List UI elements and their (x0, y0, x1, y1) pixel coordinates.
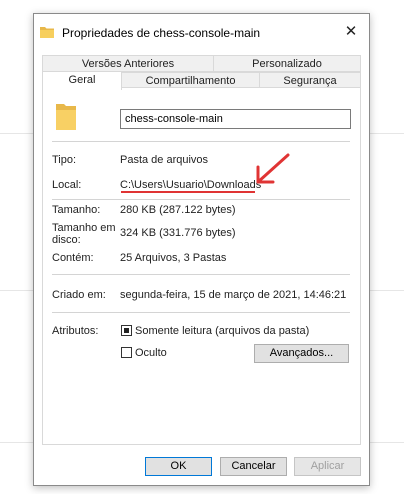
contains-value: 25 Arquivos, 3 Pastas (120, 252, 227, 264)
contains-label: Contém: (52, 252, 94, 264)
divider (52, 312, 350, 313)
disk-size-label-line1: Tamanho em (52, 222, 116, 234)
type-value: Pasta de arquivos (120, 154, 209, 166)
tab-versoes-anteriores[interactable]: Versões Anteriores (42, 55, 214, 72)
folder-icon (56, 104, 76, 130)
tab-geral[interactable]: Geral (42, 71, 122, 90)
divider (52, 141, 350, 142)
readonly-checkbox[interactable] (121, 325, 132, 336)
window-title: Propriedades de chess-console-main (62, 26, 261, 40)
folder-name-field[interactable] (120, 109, 351, 129)
disk-size-label: Tamanho em disco: (52, 222, 116, 246)
hidden-checkbox[interactable] (121, 347, 132, 358)
location-label: Local: (52, 179, 82, 191)
readonly-label[interactable]: Somente leitura (arquivos da pasta) (135, 325, 309, 337)
location-value: C:\Users\Usuario\Downloads (120, 179, 262, 191)
apply-button[interactable]: Aplicar (294, 457, 361, 476)
disk-size-label-line2: disco: (52, 234, 81, 246)
hidden-label[interactable]: Oculto (135, 347, 167, 359)
tab-personalizado[interactable]: Personalizado (213, 55, 361, 72)
disk-size-value: 324 KB (331.776 bytes) (120, 227, 236, 239)
size-label: Tamanho: (52, 204, 101, 216)
highlight-underline (121, 191, 255, 193)
created-value: segunda-feira, 15 de março de 2021, 14:4… (120, 289, 347, 301)
type-label: Tipo: (52, 154, 77, 166)
advanced-button[interactable]: Avançados... (254, 344, 349, 363)
divider (52, 274, 350, 275)
ok-button[interactable]: OK (145, 457, 212, 476)
close-icon[interactable]: ✕ (341, 22, 361, 42)
size-value: 280 KB (287.122 bytes) (120, 204, 236, 216)
attributes-label: Atributos: (52, 325, 99, 337)
red-arrow-icon (256, 153, 290, 184)
divider (52, 199, 350, 200)
title-bar[interactable]: Propriedades de chess-console-main ✕ (34, 14, 369, 50)
cancel-button[interactable]: Cancelar (220, 457, 287, 476)
created-label: Criado em: (52, 289, 106, 301)
folder-icon (40, 27, 54, 38)
properties-dialog: Propriedades de chess-console-main ✕ Ver… (33, 13, 370, 486)
